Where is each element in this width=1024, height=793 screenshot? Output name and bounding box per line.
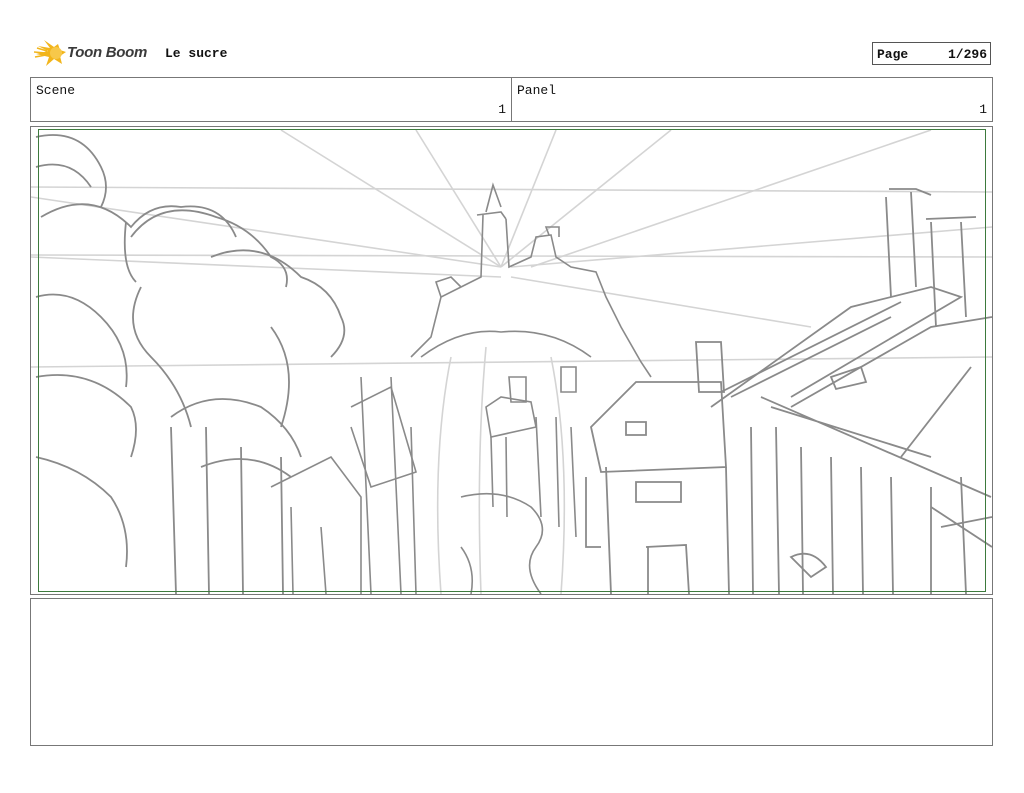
panel-safe-frame xyxy=(38,129,986,592)
project-title: Le sucre xyxy=(165,46,228,61)
scene-label: Scene xyxy=(36,83,76,98)
page-number: 1/296 xyxy=(947,47,987,62)
scene-cell: Scene 1 xyxy=(31,78,512,121)
toon-boom-logo: Toon Boom xyxy=(34,38,158,70)
panel-notes-box xyxy=(30,598,993,746)
toon-boom-logo-text: Toon Boom xyxy=(67,44,148,61)
scene-panel-info: Scene 1 Panel 1 xyxy=(30,77,993,122)
page-label: Page xyxy=(877,47,909,62)
panel-number: 1 xyxy=(979,102,987,117)
page-indicator: Page 1/296 xyxy=(872,42,991,65)
scene-number: 1 xyxy=(498,102,506,117)
panel-cell: Panel 1 xyxy=(512,78,992,121)
toon-boom-logo-icon xyxy=(34,40,66,66)
panel-label: Panel xyxy=(517,83,557,98)
